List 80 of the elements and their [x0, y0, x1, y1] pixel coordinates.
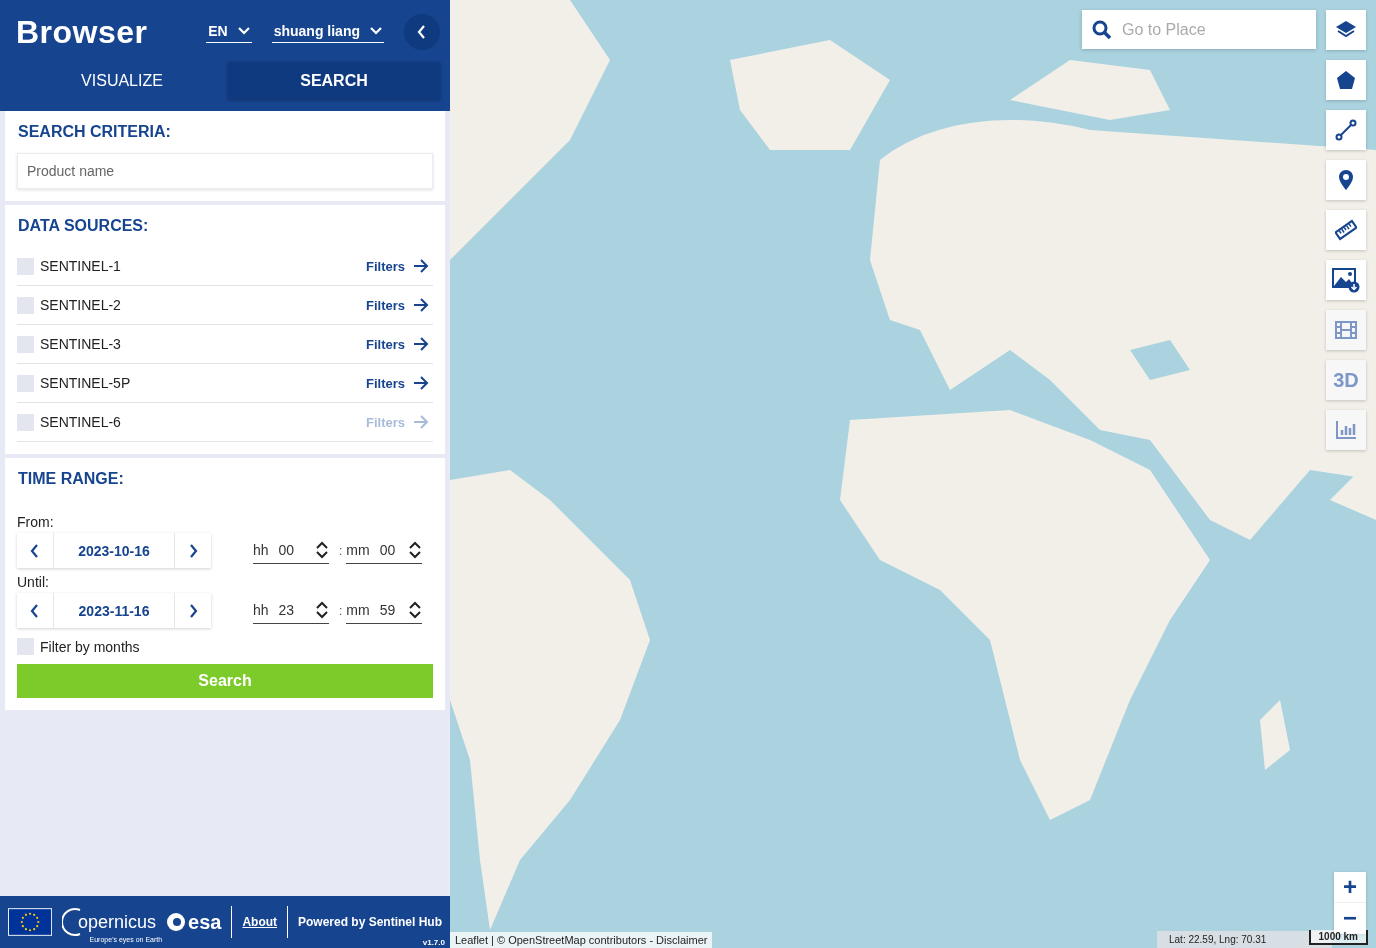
section-heading: TIME RANGE: — [18, 470, 125, 488]
date-label: From: — [17, 514, 55, 530]
place-search-field[interactable]: Go to Place — [1082, 10, 1316, 49]
ruler-tool-button[interactable] — [1326, 210, 1366, 250]
chevron-left-icon — [29, 603, 41, 618]
line-icon — [1335, 119, 1357, 141]
polygon-tool-button[interactable] — [1326, 60, 1366, 100]
section-heading: SEARCH CRITERIA: — [18, 123, 172, 141]
source-name: SENTINEL-5P — [40, 375, 132, 391]
map-attribution: Leaflet | © OpenStreetMap contributors - Disclaimer — [450, 932, 713, 948]
pentagon-icon — [1336, 70, 1356, 90]
checkbox[interactable] — [17, 296, 34, 314]
product-name-field[interactable]: Product name — [17, 153, 433, 189]
minute-label: mm — [346, 542, 370, 558]
section-heading: DATA SOURCES: — [18, 217, 150, 235]
version-text: v1.7.0 — [422, 938, 445, 947]
arrow-right-icon — [413, 376, 429, 390]
arrow-right-icon — [413, 337, 429, 351]
copernicus-logo-text: opernicus — [78, 912, 157, 933]
chevron-right-icon — [187, 603, 199, 618]
collapse-button[interactable] — [404, 14, 440, 50]
filters-button[interactable]: Filters — [366, 258, 433, 274]
line-tool-button[interactable] — [1326, 110, 1366, 150]
time-separator: : — [339, 543, 343, 558]
zoom-in-button[interactable]: + — [1334, 872, 1366, 903]
filters-button[interactable]: Filters — [366, 297, 433, 313]
previous-date-button[interactable] — [17, 593, 53, 628]
tab[interactable]: VISUALIZE — [16, 62, 228, 99]
date-label: Until: — [17, 574, 50, 590]
hour-label: hh — [253, 542, 269, 558]
source-name: SENTINEL-2 — [40, 297, 122, 313]
about-link[interactable]: About — [242, 915, 278, 929]
source-name: SENTINEL-1 — [40, 258, 122, 274]
minute-label: mm — [346, 602, 370, 618]
user-dropdown[interactable]: shuang liang — [271, 21, 384, 43]
esa-logo-text: esa — [188, 910, 222, 934]
checkbox[interactable] — [17, 335, 34, 353]
checkbox-label: Filter by months — [40, 638, 140, 655]
next-date-button[interactable] — [175, 533, 211, 568]
up-down-icon[interactable] — [408, 601, 423, 619]
minute-value[interactable]: 00 — [379, 542, 399, 558]
film-icon — [1335, 320, 1357, 340]
bar-chart-icon — [1335, 420, 1357, 440]
chevron-left-icon — [416, 25, 428, 39]
up-down-icon[interactable] — [408, 541, 423, 559]
time-separator: : — [339, 603, 343, 618]
up-down-icon[interactable] — [315, 601, 329, 619]
hour-label: hh — [253, 602, 269, 618]
arrow-right-icon — [413, 415, 429, 429]
layers-tool-button[interactable] — [1326, 10, 1366, 50]
pin-tool-button[interactable] — [1326, 160, 1366, 200]
checkbox[interactable] — [17, 638, 34, 655]
image-download-tool-button[interactable] — [1326, 260, 1366, 300]
checkbox[interactable] — [17, 257, 34, 275]
hour-value[interactable]: 23 — [278, 602, 305, 618]
filters-button[interactable]: Filters — [366, 336, 433, 352]
hour-value[interactable]: 00 — [278, 542, 305, 558]
arrow-right-icon — [413, 259, 429, 273]
app-title: Browser — [16, 13, 149, 51]
search-icon — [1092, 20, 1112, 40]
tab[interactable]: SEARCH — [228, 62, 440, 99]
ruler-icon — [1335, 219, 1357, 241]
chevron-right-icon — [187, 543, 199, 558]
up-down-icon[interactable] — [315, 541, 329, 559]
image-download-icon — [1332, 267, 1360, 293]
esa-logo-icon — [166, 912, 187, 932]
powered-by-text: Powered by Sentinel Hub — [298, 915, 442, 929]
previous-date-button[interactable] — [17, 533, 53, 568]
chevron-left-icon — [29, 543, 41, 558]
checkbox[interactable] — [17, 374, 34, 392]
source-name: SENTINEL-6 — [40, 414, 122, 430]
filters-button[interactable]: Filters — [366, 375, 433, 391]
source-name: SENTINEL-3 — [40, 336, 122, 352]
map-scale: 1000 km — [1308, 930, 1368, 945]
eu-flag-logo — [8, 907, 53, 937]
next-date-button[interactable] — [175, 593, 211, 628]
minute-value[interactable]: 59 — [379, 602, 399, 618]
arrow-right-icon — [413, 298, 429, 312]
map-pin-icon — [1338, 169, 1354, 191]
language-dropdown[interactable]: EN — [206, 21, 252, 43]
